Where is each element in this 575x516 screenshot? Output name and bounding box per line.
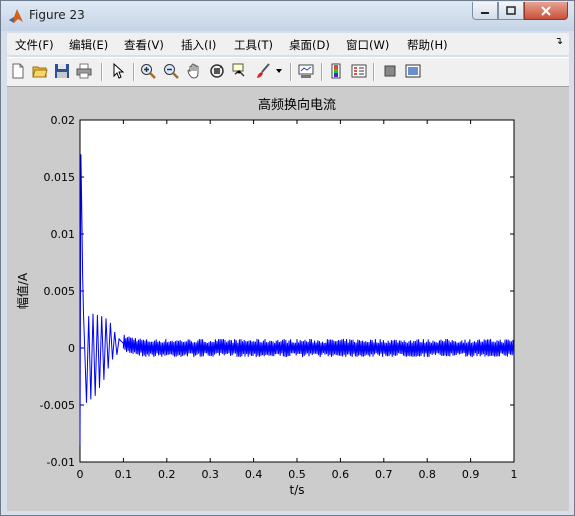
zoom-in-icon <box>141 64 156 79</box>
rotate-3d-icon <box>210 64 224 78</box>
show-plot-tools-button[interactable] <box>404 62 422 80</box>
hide-plot-tools-button[interactable] <box>381 62 399 80</box>
open-folder-icon <box>32 66 48 78</box>
menu-file[interactable]: 文件(F) <box>15 37 54 53</box>
y-tick-label: 0.005 <box>44 285 76 298</box>
menu-view[interactable]: 查看(V) <box>124 37 164 53</box>
link-plot-button[interactable] <box>297 62 315 80</box>
pan-hand-icon <box>187 63 199 79</box>
legend-icon <box>351 64 367 78</box>
figure-window: Figure 23 文件(F) 编辑(E) 查看(V) 插入(I) 工具(T) … <box>0 0 575 516</box>
y-tick-label: 0 <box>68 342 75 355</box>
maximize-button[interactable] <box>498 2 524 20</box>
x-tick-label: 0.9 <box>462 468 480 481</box>
y-axis-label: 幅值/A <box>15 272 30 309</box>
x-axis-label: t/s <box>290 483 305 497</box>
open-button[interactable] <box>31 62 49 80</box>
x-tick-label: 0.6 <box>332 468 350 481</box>
legend-button[interactable] <box>350 62 368 80</box>
x-tick-label: 0.3 <box>201 468 219 481</box>
chevron-down-icon <box>276 69 282 73</box>
menu-insert[interactable]: 插入(I) <box>181 37 216 53</box>
new-figure-icon <box>12 63 24 79</box>
menu-overflow-icon[interactable]: ↴ <box>555 36 563 47</box>
axes-area[interactable] <box>79 119 515 463</box>
title-bar[interactable]: Figure 23 <box>1 1 574 31</box>
maximize-icon <box>506 5 516 15</box>
pan-button[interactable] <box>185 62 203 80</box>
toolbar-separator <box>373 63 375 81</box>
menu-window[interactable]: 窗口(W) <box>346 37 389 53</box>
menu-tools[interactable]: 工具(T) <box>234 37 273 53</box>
y-tick-label: 0.02 <box>51 114 76 127</box>
x-tick-label: 0.8 <box>418 468 436 481</box>
minimize-button[interactable] <box>472 2 498 20</box>
menu-desktop[interactable]: 桌面(D) <box>289 37 330 53</box>
close-icon <box>541 5 551 16</box>
y-tick-label: 0.01 <box>51 228 76 241</box>
colorbar-icon <box>331 63 341 79</box>
matlab-logo-icon <box>8 8 24 24</box>
chart-title: 高频换向电流 <box>258 97 336 113</box>
window-title: Figure 23 <box>29 8 85 22</box>
data-cursor-icon <box>232 63 245 77</box>
x-tick-label: 1 <box>511 468 518 481</box>
print-icon <box>76 63 92 79</box>
x-tick-label: 0.2 <box>158 468 176 481</box>
toolbar-separator <box>321 63 323 81</box>
save-button[interactable] <box>53 62 71 80</box>
menu-edit[interactable]: 编辑(E) <box>69 37 108 53</box>
print-button[interactable] <box>75 62 93 80</box>
hide-plot-tools-icon <box>384 65 396 77</box>
minimize-icon <box>481 11 489 14</box>
data-cursor-button[interactable] <box>231 62 249 80</box>
figure-canvas: 高频换向电流 0.02 0.015 0.01 0.005 0 -0.005 -0.01 0 0… <box>7 87 569 511</box>
close-button[interactable] <box>524 2 568 20</box>
x-tick-label: 0.7 <box>375 468 393 481</box>
zoom-out-icon <box>164 64 179 79</box>
menu-bar: 文件(F) 编辑(E) 查看(V) 插入(I) 工具(T) 桌面(D) 窗口(W… <box>7 33 569 55</box>
edit-plot-button[interactable] <box>109 62 127 80</box>
brush-icon <box>257 63 270 78</box>
toolbar-separator <box>101 63 103 81</box>
toolbar-separator <box>133 63 135 81</box>
figure-toolbar <box>7 57 569 87</box>
y-tick-label: -0.005 <box>40 399 75 412</box>
x-tick-label: 0.5 <box>288 468 306 481</box>
toolbar-separator <box>290 63 292 81</box>
brush-dropdown[interactable] <box>274 62 284 80</box>
x-tick-label: 0.4 <box>245 468 263 481</box>
edit-plot-arrow-icon <box>113 63 125 79</box>
x-tick-label: 0.1 <box>115 468 133 481</box>
link-plot-icon <box>298 64 314 78</box>
brush-button[interactable] <box>254 62 272 80</box>
x-tick-label: 0 <box>77 468 84 481</box>
colorbar-button[interactable] <box>327 62 345 80</box>
show-plot-tools-icon <box>405 64 421 78</box>
plot-svg: 高频换向电流 0.02 0.015 0.01 0.005 0 -0.005 -0.01 0 0… <box>15 97 518 497</box>
menu-help[interactable]: 帮助(H) <box>407 37 448 53</box>
rotate-3d-button[interactable] <box>208 62 226 80</box>
y-tick-label: -0.01 <box>47 456 75 469</box>
zoom-out-button[interactable] <box>162 62 180 80</box>
save-icon <box>55 64 69 78</box>
y-tick-label: 0.015 <box>44 171 76 184</box>
new-figure-button[interactable] <box>9 62 27 80</box>
zoom-in-button[interactable] <box>139 62 157 80</box>
